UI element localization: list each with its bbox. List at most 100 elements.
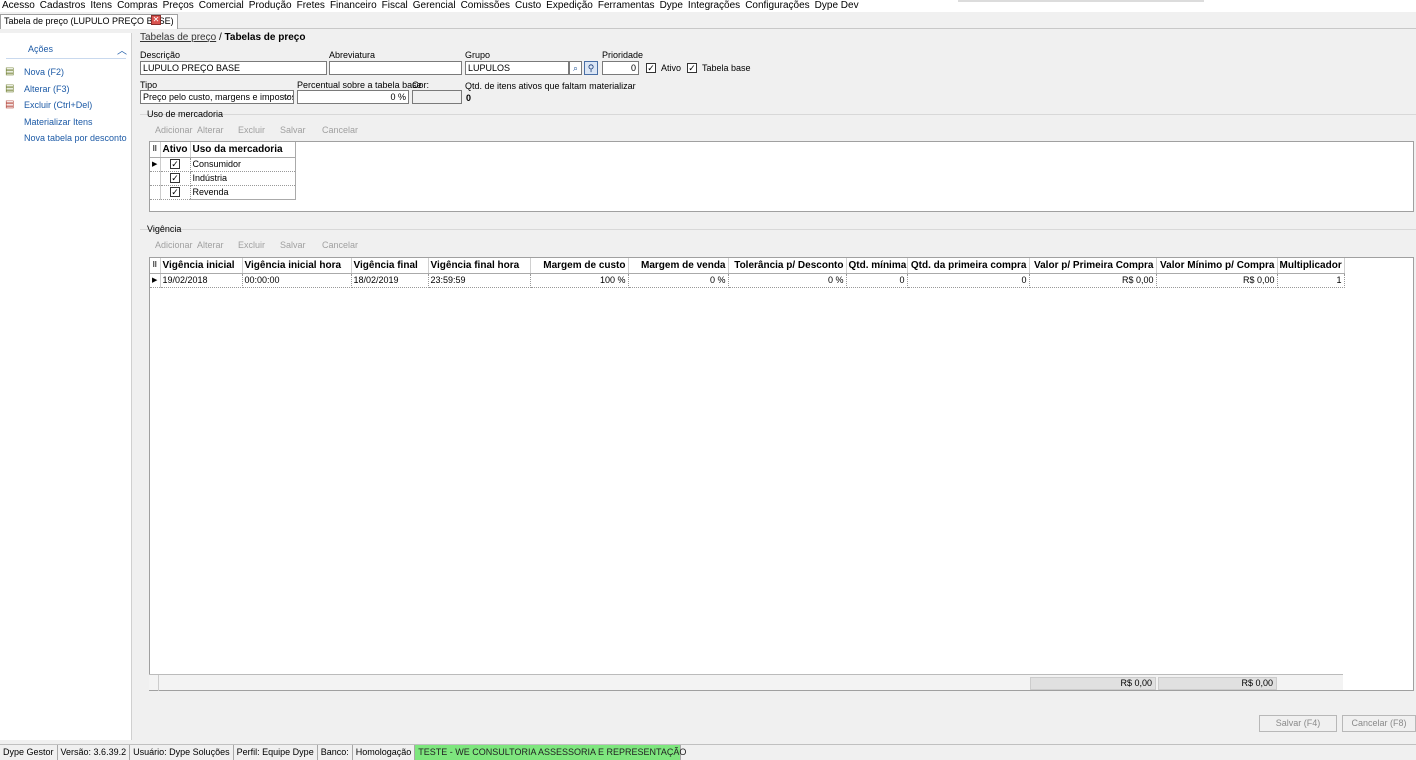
abreviatura-input[interactable] — [329, 61, 462, 75]
uso-ativo-checkbox[interactable]: ✓ — [170, 173, 180, 184]
menu-acesso[interactable]: Acesso — [2, 0, 35, 12]
menu-integracoes[interactable]: Integrações — [688, 0, 740, 12]
uso-ativo-cell[interactable]: ✓ — [160, 157, 191, 172]
menu-gerencial[interactable]: Gerencial — [413, 0, 456, 12]
col-tolerancia-desconto[interactable]: Tolerância p/ Desconto — [728, 258, 847, 274]
table-row[interactable]: ✓ Revenda — [150, 185, 296, 200]
menu-dype[interactable]: Dype — [660, 0, 683, 12]
ativo-checkbox[interactable]: ✓ — [646, 63, 656, 73]
cell-qtd-primeira-compra[interactable]: 0 — [907, 273, 1030, 288]
col-qtd-primeira-compra[interactable]: Qtd. da primeira compra — [907, 258, 1030, 274]
cell-vigencia-inicial[interactable]: 19/02/2018 — [160, 273, 243, 288]
grid-menu-icon[interactable]: ⠿ — [150, 142, 161, 158]
uso-salvar-button[interactable]: Salvar — [280, 125, 306, 135]
total-valor-minimo-compra: R$ 0,00 — [1158, 677, 1277, 690]
action-nova-tabela-desconto[interactable]: Nova tabela por desconto — [24, 133, 127, 143]
menu-comercial[interactable]: Comercial — [199, 0, 244, 12]
col-valor-primeira-compra[interactable]: Valor p/ Primeira Compra — [1029, 258, 1157, 274]
menu-expedicao[interactable]: Expedição — [546, 0, 593, 12]
table-row[interactable]: ✓ Indústria — [150, 171, 296, 186]
uso-adicionar-button[interactable]: Adicionar — [155, 125, 193, 135]
uso-excluir-button[interactable]: Excluir — [238, 125, 265, 135]
cell-multiplicador[interactable]: 1 — [1277, 273, 1345, 288]
menu-custo[interactable]: Custo — [515, 0, 541, 12]
col-vigencia-inicial[interactable]: Vigência inicial — [160, 258, 243, 274]
uso-cell[interactable]: Revenda — [190, 185, 296, 200]
table-row[interactable]: ▶ 19/02/2018 00:00:00 18/02/2019 23:59:5… — [150, 273, 1345, 288]
action-alterar[interactable]: Alterar (F3) — [24, 84, 70, 94]
action-materializar-itens[interactable]: Materializar Itens — [24, 117, 93, 127]
col-vigencia-inicial-hora[interactable]: Vigência inicial hora — [242, 258, 352, 274]
col-margem-venda[interactable]: Margem de venda — [628, 258, 729, 274]
uso-cell[interactable]: Consumidor — [190, 157, 296, 172]
uso-ativo-cell[interactable]: ✓ — [160, 185, 191, 200]
col-valor-minimo-compra[interactable]: Valor Mínimo p/ Compra — [1156, 258, 1278, 274]
vig-salvar-button[interactable]: Salvar — [280, 240, 306, 250]
cell-valor-minimo-compra[interactable]: R$ 0,00 — [1156, 273, 1278, 288]
search-icon[interactable]: ⌕ — [569, 61, 582, 75]
cell-margem-custo[interactable]: 100 % — [530, 273, 629, 288]
row-indicator-icon: ▶ — [150, 157, 161, 172]
grid-menu-icon[interactable]: ⠿ — [150, 258, 161, 274]
cor-picker[interactable] — [412, 90, 462, 104]
close-tab-icon[interactable]: ✕ — [151, 15, 161, 25]
menu-dype-dev[interactable]: Dype Dev — [815, 0, 859, 12]
action-nova[interactable]: Nova (F2) — [24, 67, 64, 77]
status-versao: Versão: 3.6.39.2 — [58, 745, 131, 760]
uso-col-ativo[interactable]: Ativo — [160, 142, 191, 158]
action-excluir[interactable]: Excluir (Ctrl+Del) — [24, 100, 92, 110]
uso-cell[interactable]: Indústria — [190, 171, 296, 186]
cell-tolerancia-desconto[interactable]: 0 % — [728, 273, 847, 288]
menu-itens[interactable]: Itens — [90, 0, 112, 12]
cell-qtd-minima[interactable]: 0 — [846, 273, 908, 288]
menu-producao[interactable]: Produção — [249, 0, 292, 12]
col-multiplicador[interactable]: Multiplicador — [1277, 258, 1345, 274]
cell-vigencia-inicial-hora[interactable]: 00:00:00 — [242, 273, 352, 288]
uso-cancelar-button[interactable]: Cancelar — [322, 125, 358, 135]
menu-configuracoes[interactable]: Configurações — [745, 0, 809, 12]
menu-cadastros[interactable]: Cadastros — [40, 0, 86, 12]
binoculars-icon[interactable]: ⚲ — [584, 61, 598, 75]
uso-header-row: ⠿ Ativo Uso da mercadoria — [150, 142, 296, 158]
menu-ferramentas[interactable]: Ferramentas — [598, 0, 655, 12]
tabela-base-checkbox[interactable]: ✓ — [687, 63, 697, 73]
breadcrumb-link[interactable]: Tabelas de preço — [140, 32, 216, 43]
uso-ativo-checkbox[interactable]: ✓ — [170, 159, 180, 170]
table-row[interactable]: ▶ ✓ Consumidor — [150, 157, 296, 172]
menu-compras[interactable]: Compras — [117, 0, 158, 12]
vig-cancelar-button[interactable]: Cancelar — [322, 240, 358, 250]
col-qtd-minima[interactable]: Qtd. mínima — [846, 258, 908, 274]
cell-margem-venda[interactable]: 0 % — [628, 273, 729, 288]
descricao-input[interactable]: LUPULO PREÇO BASE — [140, 61, 327, 75]
menu-financeiro[interactable]: Financeiro — [330, 0, 377, 12]
vigencia-table: ⠿ Vigência inicial Vigência inicial hora… — [150, 258, 1345, 288]
uso-ativo-cell[interactable]: ✓ — [160, 171, 191, 186]
menu-precos[interactable]: Preços — [163, 0, 194, 12]
prioridade-input[interactable]: 0 — [602, 61, 639, 75]
cell-vigencia-final-hora[interactable]: 23:59:59 — [428, 273, 531, 288]
col-vigencia-final[interactable]: Vigência final — [351, 258, 429, 274]
cell-valor-primeira-compra[interactable]: R$ 0,00 — [1029, 273, 1157, 288]
vig-alterar-button[interactable]: Alterar — [197, 240, 224, 250]
chevron-down-icon[interactable]: ⌵ — [283, 91, 290, 102]
vig-excluir-button[interactable]: Excluir — [238, 240, 265, 250]
vig-adicionar-button[interactable]: Adicionar — [155, 240, 193, 250]
uso-col-uso[interactable]: Uso da mercadoria — [190, 142, 296, 158]
uso-alterar-button[interactable]: Alterar — [197, 125, 224, 135]
collapse-chevron-icon[interactable]: ︿ — [117, 42, 127, 57]
tipo-select[interactable]: Preço pelo custo, margens e impostos — [140, 90, 294, 104]
col-vigencia-final-hora[interactable]: Vigência final hora — [428, 258, 531, 274]
menu-fiscal[interactable]: Fiscal — [382, 0, 408, 12]
salvar-button[interactable]: Salvar (F4) — [1259, 715, 1337, 732]
menu-fretes[interactable]: Fretes — [297, 0, 325, 12]
percentual-input[interactable]: 0 % — [297, 90, 409, 104]
new-document-icon: ▤ — [5, 66, 15, 77]
status-usuario: Usuário: Dype Soluções — [130, 745, 234, 760]
menu-comissoes[interactable]: Comissões — [461, 0, 510, 12]
cell-vigencia-final[interactable]: 18/02/2019 — [351, 273, 429, 288]
grupo-input[interactable]: LUPULOS — [465, 61, 569, 75]
totals-indicator-cell — [149, 675, 159, 691]
uso-ativo-checkbox[interactable]: ✓ — [170, 187, 180, 198]
col-margem-custo[interactable]: Margem de custo — [530, 258, 629, 274]
cancelar-button[interactable]: Cancelar (F8) — [1342, 715, 1416, 732]
